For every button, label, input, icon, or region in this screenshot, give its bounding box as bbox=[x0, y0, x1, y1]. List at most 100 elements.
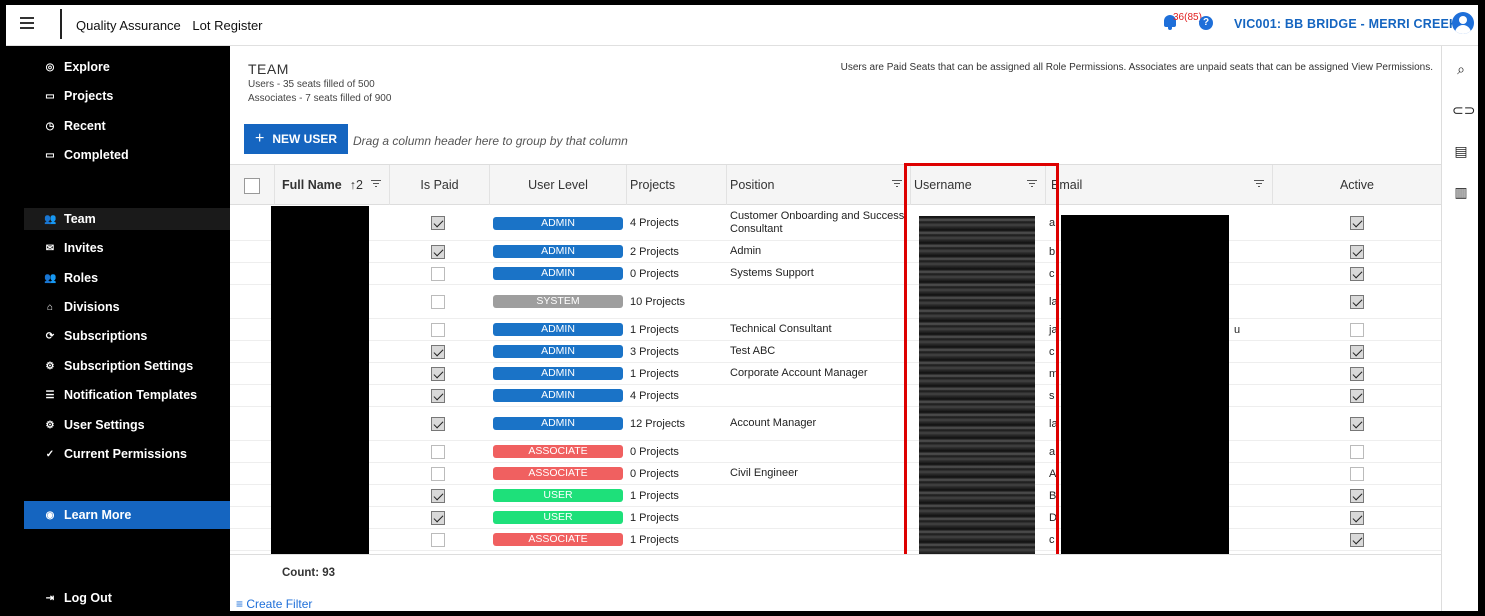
projects-cell[interactable]: 12 Projects bbox=[630, 407, 685, 440]
active-checkbox[interactable] bbox=[1350, 244, 1364, 259]
active-checkbox[interactable] bbox=[1350, 416, 1364, 431]
sidebar-item-divisions[interactable]: ⌂ Divisions bbox=[24, 296, 230, 318]
active-checkbox[interactable] bbox=[1350, 266, 1364, 281]
sidebar-item-subscriptions[interactable]: ⟳ Subscriptions bbox=[24, 325, 230, 347]
active-checkbox[interactable] bbox=[1350, 216, 1364, 230]
active-checkbox[interactable] bbox=[1350, 344, 1364, 359]
active-checkbox[interactable] bbox=[1350, 388, 1364, 403]
link-icon[interactable]: ⊂⊃ bbox=[1452, 102, 1475, 118]
active-checkbox[interactable] bbox=[1350, 294, 1364, 309]
is-paid-checkbox[interactable] bbox=[431, 344, 445, 359]
table-row[interactable]: ADMIN 1 Projects Corporate Account Manager… bbox=[230, 363, 1441, 385]
active-checkbox[interactable] bbox=[1350, 532, 1364, 547]
sidebar-item-completed[interactable]: ▭ Completed bbox=[24, 144, 230, 166]
sidebar-item-recent[interactable]: ◷ Recent bbox=[24, 115, 230, 137]
user-avatar-icon[interactable] bbox=[1452, 12, 1474, 34]
projects-cell[interactable]: 1 Projects bbox=[630, 529, 679, 550]
is-paid-checkbox[interactable] bbox=[431, 466, 445, 481]
is-paid-checkbox[interactable] bbox=[431, 294, 445, 309]
filter-icon[interactable] bbox=[892, 180, 902, 188]
is-paid-checkbox[interactable] bbox=[431, 216, 445, 230]
projects-cell[interactable]: 0 Projects bbox=[630, 441, 679, 462]
active-checkbox[interactable] bbox=[1350, 444, 1364, 459]
group-by-panel[interactable]: Drag a column header here to group by th… bbox=[353, 134, 628, 148]
app-name[interactable]: Quality Assurance bbox=[76, 18, 181, 33]
table-row[interactable]: USER 1 Projects B bbox=[230, 485, 1441, 507]
menu-icon[interactable] bbox=[20, 17, 34, 29]
active-checkbox[interactable] bbox=[1350, 322, 1364, 337]
column-header-full-name[interactable]: Full Name ↑2 bbox=[275, 165, 390, 205]
logout-button[interactable]: ⇥ Log Out bbox=[24, 587, 230, 609]
columns-icon[interactable]: ▥ bbox=[1452, 184, 1470, 200]
table-row[interactable]: ADMIN 3 Projects Test ABC c bbox=[230, 341, 1441, 363]
sidebar-item-projects[interactable]: ▭ Projects bbox=[24, 85, 230, 107]
project-selector[interactable]: VIC001: BB BRIDGE - MERRI CREEK bbox=[1234, 17, 1458, 31]
active-checkbox[interactable] bbox=[1350, 510, 1364, 525]
column-header-is-paid[interactable]: Is Paid bbox=[390, 165, 490, 205]
search-icon[interactable]: ⌕ bbox=[1452, 61, 1470, 77]
table-row[interactable]: ASSOCIATE 0 Projects Civil Engineer A bbox=[230, 463, 1441, 485]
user-level-cell: USER bbox=[493, 507, 623, 528]
help-icon[interactable]: ? bbox=[1199, 16, 1213, 30]
active-checkbox[interactable] bbox=[1350, 466, 1364, 481]
active-checkbox[interactable] bbox=[1350, 366, 1364, 381]
projects-cell[interactable]: 1 Projects bbox=[630, 485, 679, 506]
sidebar-item-notification-templates[interactable]: ☰ Notification Templates bbox=[24, 384, 230, 406]
filter-icon[interactable] bbox=[1254, 180, 1264, 188]
sidebar-item-explore[interactable]: ◎ Explore bbox=[24, 56, 230, 78]
sidebar-item-roles[interactable]: 👥 Roles bbox=[24, 267, 230, 289]
is-paid-checkbox[interactable] bbox=[431, 488, 445, 503]
sidebar-item-team[interactable]: 👥 Team bbox=[24, 208, 230, 230]
table-row[interactable]: ADMIN 2 Projects Admin b bbox=[230, 241, 1441, 263]
projects-cell[interactable]: 3 Projects bbox=[630, 341, 679, 362]
table-row[interactable]: USER 1 Projects D bbox=[230, 507, 1441, 529]
column-header-projects[interactable]: Projects bbox=[627, 165, 727, 205]
table-row[interactable]: SYSTEM 10 Projects la bbox=[230, 285, 1441, 319]
create-filter-link[interactable]: ≡ Create Filter bbox=[236, 597, 312, 611]
sidebar-item-label: Notification Templates bbox=[64, 388, 198, 402]
select-all-checkbox[interactable] bbox=[244, 178, 260, 194]
learn-more-button[interactable]: ◉ Learn More bbox=[24, 501, 230, 529]
column-header-active[interactable]: Active bbox=[1273, 165, 1441, 205]
table-row[interactable]: ADMIN 4 Projects s bbox=[230, 385, 1441, 407]
table-row[interactable]: ADMIN 0 Projects Systems Support c bbox=[230, 263, 1441, 285]
table-row[interactable]: ADMIN 12 Projects Account Manager la bbox=[230, 407, 1441, 441]
column-header-position[interactable]: Position bbox=[727, 165, 911, 205]
sidebar-item-invites[interactable]: ✉ Invites bbox=[24, 237, 230, 259]
projects-cell[interactable]: 0 Projects bbox=[630, 263, 679, 284]
new-user-button[interactable]: + NEW USER bbox=[244, 124, 348, 154]
projects-cell[interactable]: 10 Projects bbox=[630, 285, 685, 318]
is-paid-checkbox[interactable] bbox=[431, 416, 445, 431]
is-paid-checkbox[interactable] bbox=[431, 266, 445, 281]
active-cell bbox=[1350, 529, 1364, 550]
table-row[interactable]: ASSOCIATE 0 Projects a bbox=[230, 441, 1441, 463]
sidebar-item-user-settings[interactable]: ⚙ User Settings bbox=[24, 414, 230, 436]
sidebar-item-subscription-settings[interactable]: ⚙ Subscription Settings bbox=[24, 355, 230, 377]
table-row[interactable]: ADMIN 4 Projects Customer Onboarding and S… bbox=[230, 206, 1441, 241]
module-name[interactable]: Lot Register bbox=[192, 18, 262, 33]
projects-cell[interactable]: 4 Projects bbox=[630, 385, 679, 406]
column-header-email[interactable]: Email bbox=[1046, 165, 1273, 205]
notification-count[interactable]: 36(85) bbox=[1173, 12, 1202, 23]
is-paid-checkbox[interactable] bbox=[431, 244, 445, 259]
is-paid-checkbox[interactable] bbox=[431, 532, 445, 547]
projects-cell[interactable]: 1 Projects bbox=[630, 507, 679, 528]
table-row[interactable]: ASSOCIATE 1 Projects c bbox=[230, 529, 1441, 551]
projects-cell[interactable]: 0 Projects bbox=[630, 463, 679, 484]
projects-cell[interactable]: 2 Projects bbox=[630, 241, 679, 262]
is-paid-checkbox[interactable] bbox=[431, 322, 445, 337]
active-checkbox[interactable] bbox=[1350, 488, 1364, 503]
is-paid-checkbox[interactable] bbox=[431, 366, 445, 381]
projects-cell[interactable]: 1 Projects bbox=[630, 363, 679, 384]
table-row[interactable]: ADMIN 1 Projects Technical Consultant ja u bbox=[230, 319, 1441, 341]
print-icon[interactable]: ▤ bbox=[1452, 143, 1470, 159]
column-header-user-level[interactable]: User Level bbox=[490, 165, 627, 205]
is-paid-checkbox[interactable] bbox=[431, 444, 445, 459]
sidebar-item-current-permissions[interactable]: ✓ Current Permissions bbox=[24, 443, 230, 465]
projects-cell[interactable]: 4 Projects bbox=[630, 206, 679, 240]
is-paid-checkbox[interactable] bbox=[431, 388, 445, 403]
projects-cell[interactable]: 1 Projects bbox=[630, 319, 679, 340]
filter-icon[interactable] bbox=[371, 180, 381, 188]
sort-asc-icon[interactable]: ↑2 bbox=[350, 178, 363, 192]
is-paid-checkbox[interactable] bbox=[431, 510, 445, 525]
